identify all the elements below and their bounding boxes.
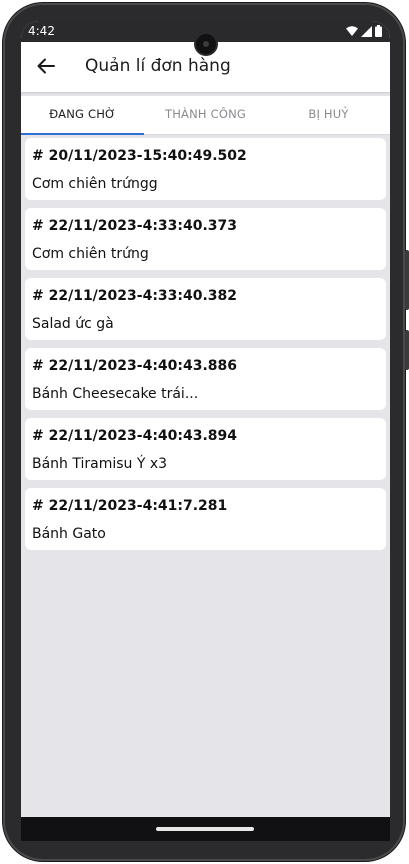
screen: 4:42 Quản lí đơn hàng ĐANG CHỜ THÀNH CÔN… xyxy=(21,21,390,841)
tab-cancelled[interactable]: BỊ HUỶ xyxy=(267,96,390,134)
order-item-name: Bánh Gato xyxy=(32,526,106,542)
battery-icon xyxy=(375,25,382,37)
volume-button xyxy=(405,250,409,310)
page-title: Quản lí đơn hàng xyxy=(85,56,231,76)
order-list: # 20/11/2023-15:40:49.502 Cơm chiên trứn… xyxy=(25,138,386,558)
system-nav-bar xyxy=(21,817,390,841)
order-item-name: Salad ức gà xyxy=(32,316,114,332)
tab-pending[interactable]: ĐANG CHỜ xyxy=(21,96,144,135)
front-camera xyxy=(196,34,216,54)
wifi-icon xyxy=(346,26,358,36)
status-time: 4:42 xyxy=(28,24,55,38)
order-item-name: Bánh Cheesecake trái... xyxy=(32,386,199,402)
order-card[interactable]: # 22/11/2023-4:40:43.886 Bánh Cheesecake… xyxy=(25,348,386,410)
order-id: # 22/11/2023-4:33:40.382 xyxy=(32,288,238,304)
order-id: # 22/11/2023-4:40:43.894 xyxy=(32,428,238,444)
order-item-name: Cơm chiên trứngg xyxy=(32,176,158,192)
order-id: # 22/11/2023-4:41:7.281 xyxy=(32,498,228,514)
order-card[interactable]: # 22/11/2023-4:40:43.894 Bánh Tiramisu Ý… xyxy=(25,418,386,480)
order-id: # 22/11/2023-4:40:43.886 xyxy=(32,358,238,374)
order-id: # 20/11/2023-15:40:49.502 xyxy=(32,148,247,164)
power-button xyxy=(405,330,409,370)
order-item-name: Cơm chiên trứng xyxy=(32,246,149,262)
device: 4:42 Quản lí đơn hàng ĐANG CHỜ THÀNH CÔN… xyxy=(0,0,409,864)
order-id: # 22/11/2023-4:33:40.373 xyxy=(32,218,238,234)
back-button[interactable] xyxy=(33,53,59,79)
signal-icon xyxy=(361,25,372,37)
order-card[interactable]: # 20/11/2023-15:40:49.502 Cơm chiên trứn… xyxy=(25,138,386,200)
arrow-left-icon xyxy=(37,58,55,74)
tab-bar: ĐANG CHỜ THÀNH CÔNG BỊ HUỶ xyxy=(21,96,390,135)
order-card[interactable]: # 22/11/2023-4:41:7.281 Bánh Gato xyxy=(25,488,386,550)
order-item-name: Bánh Tiramisu Ý x3 xyxy=(32,456,168,472)
status-icons xyxy=(346,25,382,37)
tab-success[interactable]: THÀNH CÔNG xyxy=(144,96,267,134)
home-gesture-bar[interactable] xyxy=(156,827,254,831)
order-card[interactable]: # 22/11/2023-4:33:40.382 Salad ức gà xyxy=(25,278,386,340)
order-card[interactable]: # 22/11/2023-4:33:40.373 Cơm chiên trứng xyxy=(25,208,386,270)
